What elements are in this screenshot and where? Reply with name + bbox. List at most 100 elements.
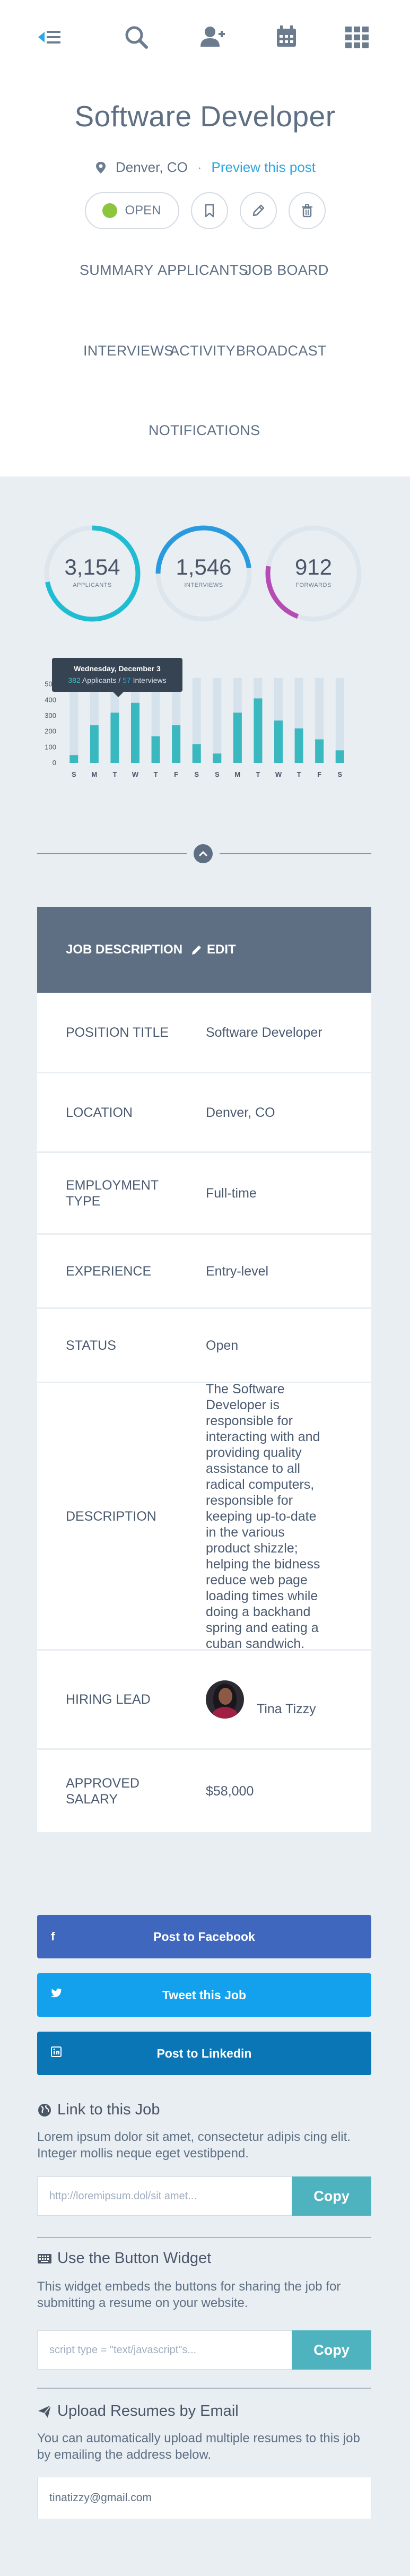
job-description-table: JOB DESCRIPTION EDIT POSITION TITLE Soft…	[37, 907, 371, 1834]
tooltip-interviews-value: 57	[123, 676, 131, 684]
row-label: APPROVED SALARY	[66, 1775, 139, 1807]
search-icon[interactable]	[120, 21, 152, 53]
chart-bar[interactable]	[69, 755, 78, 763]
applicants-label: APPLICANTS	[73, 582, 112, 588]
tooltip-applicants-value: 382	[68, 676, 81, 684]
row-label: EXPERIENCE	[66, 1263, 152, 1279]
twitter-icon	[51, 1988, 63, 2002]
tweet-job-button[interactable]: Tweet this Job	[37, 1973, 371, 2017]
location-text: Denver, CO	[115, 159, 188, 175]
widget-section-text: This widget embeds the buttons for shari…	[37, 2279, 341, 2310]
chart-bar[interactable]	[233, 713, 242, 763]
link-section-text: Lorem ipsum dolor sit amet, consectetur …	[37, 2130, 351, 2161]
copy-widget-button[interactable]: Copy	[292, 2330, 371, 2370]
row-value: Entry-level	[206, 1263, 269, 1279]
chart-bar[interactable]	[151, 736, 160, 763]
x-tick-label: T	[112, 770, 117, 778]
stats-rings: 3,154 APPLICANTS 1,546 INTERVIEWS 912 FO…	[0, 525, 410, 622]
preview-post-link[interactable]: Preview this post	[211, 159, 316, 176]
tab-notifications[interactable]: NOTIFICATIONS	[149, 422, 260, 439]
bookmark-icon	[205, 204, 214, 218]
interviews-count: 1,546	[176, 554, 232, 579]
divider-right	[220, 853, 371, 854]
menu-back-icon[interactable]	[34, 21, 66, 53]
row-value: The Software Developer is responsible fo…	[206, 1381, 320, 1651]
x-tick-label: S	[215, 770, 220, 778]
status-label: OPEN	[125, 203, 161, 218]
chart-bar[interactable]	[131, 702, 139, 763]
add-user-icon[interactable]	[196, 21, 228, 53]
tab-summary[interactable]: SUMMARY	[80, 262, 154, 279]
job-link-input[interactable]: http://loremipsum.dol/sit amet...	[37, 2176, 292, 2216]
tooltip-interviews-label: Interviews	[133, 676, 167, 684]
facebook-label: Post to Facebook	[153, 1929, 255, 1944]
tooltip-applicants-label: Applicants	[82, 676, 117, 684]
chart-bar[interactable]	[294, 728, 303, 763]
link-copy-group: http://loremipsum.dol/sit amet... Copy	[37, 2176, 371, 2216]
y-tick-label: 300	[45, 712, 56, 719]
section-divider	[37, 2237, 371, 2238]
chart-bar[interactable]	[90, 725, 99, 763]
tab-activity[interactable]: ACTIVITY	[170, 343, 235, 359]
tab-applicants[interactable]: APPLICANTS	[158, 262, 248, 279]
post-to-facebook-button[interactable]: f Post to Facebook	[37, 1915, 371, 1958]
chart-bar[interactable]	[110, 713, 119, 763]
job-action-buttons: OPEN	[0, 192, 410, 229]
edit-description-button[interactable]: EDIT	[191, 942, 236, 957]
calendar-icon[interactable]	[271, 21, 302, 53]
chart-bar[interactable]	[172, 725, 181, 763]
copy-link-button[interactable]: Copy	[292, 2176, 371, 2216]
link-section-title-text: Link to this Job	[57, 2101, 160, 2118]
grid-icon[interactable]	[341, 21, 373, 53]
status-button[interactable]: OPEN	[84, 192, 179, 229]
email-section-text: You can automatically upload multiple re…	[37, 2431, 360, 2462]
chart-tooltip: Wednesday, December 3 382 Applicants / 5…	[52, 658, 182, 697]
tooltip-date: Wednesday, December 3	[74, 664, 161, 673]
table-row: DESCRIPTION The Software Developer is re…	[37, 1381, 371, 1651]
interviews-label: INTERVIEWS	[184, 582, 223, 588]
status-indicator	[102, 203, 118, 218]
email-section-title: Upload Resumes by Email	[37, 2402, 239, 2420]
row-label: POSITION TITLE	[66, 1025, 169, 1040]
applicants-count: 3,154	[64, 554, 120, 579]
edit-label: EDIT	[207, 942, 236, 957]
table-row: HIRING LEAD Tina Tizzy	[37, 1651, 371, 1750]
page-header-section: Software Developer Denver, CO · Preview …	[0, 0, 410, 476]
widget-code-input[interactable]: script type = "text/javascript"s...	[37, 2330, 292, 2370]
collapse-button[interactable]	[194, 844, 213, 863]
facebook-icon: f	[51, 1930, 55, 1943]
y-tick-label: 400	[45, 696, 56, 704]
tooltip-separator: /	[118, 676, 121, 684]
avatar	[206, 1680, 244, 1719]
keyboard-icon	[38, 2253, 51, 2263]
upload-email-field[interactable]: tinatizzy@gmail.com	[37, 2477, 371, 2519]
pencil-icon	[192, 946, 201, 955]
twitter-label: Tweet this Job	[162, 1988, 247, 2002]
tab-broadcast[interactable]: BROADCAST	[236, 343, 327, 359]
chart-bar[interactable]	[254, 698, 263, 763]
bookmark-button[interactable]	[190, 192, 228, 229]
table-row: APPROVED SALARY $58,000	[37, 1750, 371, 1834]
paper-plane-icon	[38, 2405, 51, 2418]
widget-section-title: Use the Button Widget	[37, 2250, 211, 2267]
tab-interviews[interactable]: INTERVIEWS	[83, 343, 174, 359]
chart-bar[interactable]	[335, 750, 344, 763]
forwards-count: 912	[294, 554, 333, 579]
pencil-icon	[252, 204, 264, 216]
edit-button[interactable]	[239, 192, 277, 229]
tab-job-board[interactable]: JOB BOARD	[245, 262, 329, 279]
x-tick-label: T	[297, 770, 301, 778]
globe-icon	[38, 2103, 51, 2117]
chart-bar[interactable]	[315, 739, 324, 764]
row-value: Software Developer	[206, 1025, 322, 1040]
linkedin-label: Post to Linkedin	[156, 2046, 252, 2060]
y-tick-label: 200	[45, 727, 56, 735]
row-label: DESCRIPTION	[66, 1508, 156, 1524]
post-to-linkedin-button[interactable]: Post to Linkedin	[37, 2032, 371, 2075]
chart-bar[interactable]	[213, 753, 222, 763]
row-label: HIRING LEAD	[66, 1692, 151, 1707]
delete-button[interactable]	[288, 192, 326, 229]
chart-bar[interactable]	[192, 744, 201, 763]
chart-bar[interactable]	[274, 720, 283, 763]
hiring-lead[interactable]: Tina Tizzy	[206, 1680, 328, 1719]
